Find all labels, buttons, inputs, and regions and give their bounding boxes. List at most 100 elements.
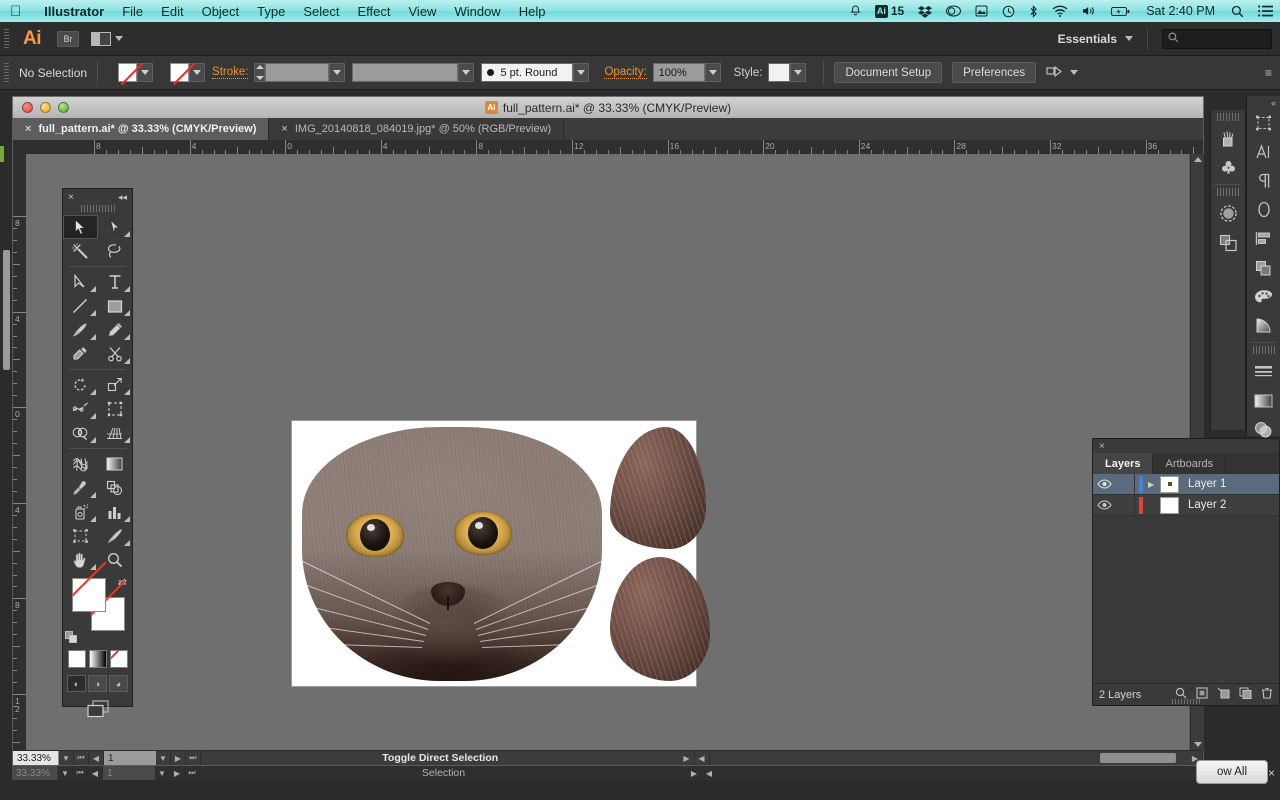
- pathfinder-panel-icon[interactable]: [1247, 253, 1280, 282]
- panel-dock-grip[interactable]: [1252, 346, 1275, 354]
- menu-item-illustrator[interactable]: Illustrator: [35, 4, 113, 19]
- illustrator-version-icon[interactable]: Ai 15: [868, 4, 911, 18]
- draw-behind-button[interactable]: ◑: [88, 675, 107, 692]
- selection-tool[interactable]: [63, 215, 98, 239]
- layers-panel-resize-grip[interactable]: [1172, 699, 1200, 704]
- graphic-style-swatch[interactable]: [768, 63, 791, 82]
- graphic-style-dropdown[interactable]: [790, 63, 807, 82]
- artboard-tool[interactable]: [63, 524, 98, 548]
- control-panel-grip[interactable]: [4, 62, 9, 83]
- fill-swatch[interactable]: [118, 63, 138, 82]
- tab-artboards[interactable]: Artboards: [1153, 453, 1227, 474]
- eraser-scissors-tool[interactable]: [98, 342, 133, 366]
- left-edge-scroll-thumb[interactable]: [3, 250, 10, 370]
- menu-item-help[interactable]: Help: [510, 4, 555, 19]
- close-icon[interactable]: ×: [281, 123, 287, 135]
- line-segment-tool[interactable]: [63, 294, 98, 318]
- align-panel-icon[interactable]: [1247, 224, 1280, 253]
- symbol-sprayer-tool[interactable]: [63, 500, 98, 524]
- menu-bar-clock[interactable]: Sat 2:40 PM: [1137, 4, 1224, 18]
- cat-ear-top-shape[interactable]: [610, 427, 706, 549]
- next-artboard-button[interactable]: ▶: [171, 751, 186, 765]
- tab-layers[interactable]: Layers: [1093, 453, 1154, 474]
- expand-triangle-icon[interactable]: ▶: [1148, 480, 1160, 489]
- brush-definition-field[interactable]: 5 pt. Round: [481, 63, 574, 82]
- horizontal-ruler[interactable]: 8 4 0 4 8 12 16 20 24 28 32 36: [26, 140, 1204, 154]
- workspace-chevron-down-icon[interactable]: [1125, 36, 1133, 41]
- zoom-level-dropdown[interactable]: ▼: [59, 751, 74, 765]
- artboard-number-field[interactable]: 1: [104, 751, 156, 765]
- arrange-documents-button[interactable]: [91, 31, 123, 46]
- menu-item-edit[interactable]: Edit: [152, 4, 192, 19]
- slice-tool[interactable]: [98, 524, 133, 548]
- free-transform-tool[interactable]: [98, 397, 133, 421]
- perspective-grid-tool[interactable]: [98, 421, 133, 445]
- help-search-input[interactable]: [1162, 28, 1272, 49]
- lock-toggle[interactable]: [1115, 474, 1135, 494]
- canvas-area[interactable]: [26, 154, 1190, 750]
- control-overflow-chevron-icon[interactable]: [1070, 70, 1079, 75]
- pencil-tool[interactable]: [98, 318, 133, 342]
- menu-item-view[interactable]: View: [400, 4, 446, 19]
- scroll-up-icon[interactable]: [1193, 157, 1202, 162]
- workspace-switcher-label[interactable]: Essentials: [1058, 32, 1117, 46]
- tools-panel-grip[interactable]: [80, 205, 115, 212]
- document-tab-img[interactable]: × IMG_20140818_084019.jpg* @ 50% (RGB/Pr…: [269, 118, 565, 140]
- opacity-label[interactable]: Opacity:: [604, 66, 647, 79]
- gradient-button[interactable]: [88, 650, 107, 668]
- panel-dock-inner-grip[interactable]: [1217, 113, 1239, 121]
- default-fill-stroke-icon[interactable]: [65, 631, 78, 644]
- appearance-panel-icon[interactable]: [1211, 199, 1245, 228]
- mesh-tool[interactable]: [63, 452, 98, 476]
- pen-tool[interactable]: [63, 270, 98, 294]
- cat-face-shape[interactable]: [302, 427, 602, 681]
- shape-builder-tool[interactable]: [63, 421, 98, 445]
- stroke-profile-field[interactable]: [352, 63, 459, 82]
- scroll-down-icon[interactable]: [1193, 742, 1202, 747]
- layer-name[interactable]: Layer 2: [1188, 499, 1226, 511]
- collapse-icon[interactable]: ◂◂: [118, 192, 127, 203]
- zoom-tool[interactable]: [98, 548, 133, 572]
- status-menu-button[interactable]: ▶: [680, 751, 695, 765]
- artboard[interactable]: [291, 420, 710, 687]
- first-artboard-button[interactable]: ⏮: [74, 751, 89, 765]
- menu-item-type[interactable]: Type: [248, 4, 294, 19]
- delete-selection-icon[interactable]: [1261, 687, 1273, 702]
- create-new-sublayer-icon[interactable]: [1217, 687, 1230, 702]
- expand-panels-icon[interactable]: «: [1271, 98, 1276, 108]
- list-icon[interactable]: [1251, 5, 1280, 17]
- color-button[interactable]: [67, 650, 86, 668]
- symbols-panel-icon[interactable]: [1211, 153, 1245, 182]
- layer-row-2[interactable]: Layer 2: [1093, 495, 1279, 516]
- stroke-weight-label[interactable]: Stroke:: [212, 66, 249, 79]
- hand-tool[interactable]: [63, 548, 98, 572]
- brushes-panel-icon[interactable]: [1211, 124, 1245, 153]
- zoom-level-field[interactable]: 33.33%: [13, 751, 59, 765]
- opacity-dropdown[interactable]: [704, 63, 721, 82]
- app-bar-grip[interactable]: [4, 28, 9, 49]
- search-icon[interactable]: [1224, 5, 1251, 18]
- time-machine-icon[interactable]: [995, 5, 1022, 18]
- lock-toggle[interactable]: [1115, 495, 1135, 515]
- brush-definition-dropdown[interactable]: [573, 63, 590, 82]
- close-icon[interactable]: ×: [25, 123, 31, 135]
- stroke-weight-stepper[interactable]: [254, 63, 266, 82]
- previous-artboard-button[interactable]: ◀: [89, 751, 104, 765]
- creative-cloud-icon[interactable]: [939, 5, 968, 17]
- menu-item-object[interactable]: Object: [193, 4, 249, 19]
- menu-item-select[interactable]: Select: [294, 4, 348, 19]
- hscroll-left-button[interactable]: ◀: [695, 751, 710, 765]
- menu-item-effect[interactable]: Effect: [348, 4, 399, 19]
- none-button[interactable]: [109, 650, 128, 668]
- glyphs-panel-icon[interactable]: [1247, 195, 1280, 224]
- vertical-ruler[interactable]: 8404812: [12, 154, 26, 750]
- horizontal-scrollbar[interactable]: [709, 751, 1188, 765]
- panel-dock-inner-grip-2[interactable]: [1217, 188, 1239, 196]
- menu-item-file[interactable]: File: [113, 4, 152, 19]
- paragraph-panel-icon[interactable]: [1247, 166, 1280, 195]
- opacity-field[interactable]: 100%: [652, 63, 705, 82]
- close-icon[interactable]: ×: [68, 192, 74, 203]
- eyedropper-tool[interactable]: [63, 476, 98, 500]
- create-new-layer-icon[interactable]: [1239, 687, 1252, 702]
- scale-tool[interactable]: [98, 373, 133, 397]
